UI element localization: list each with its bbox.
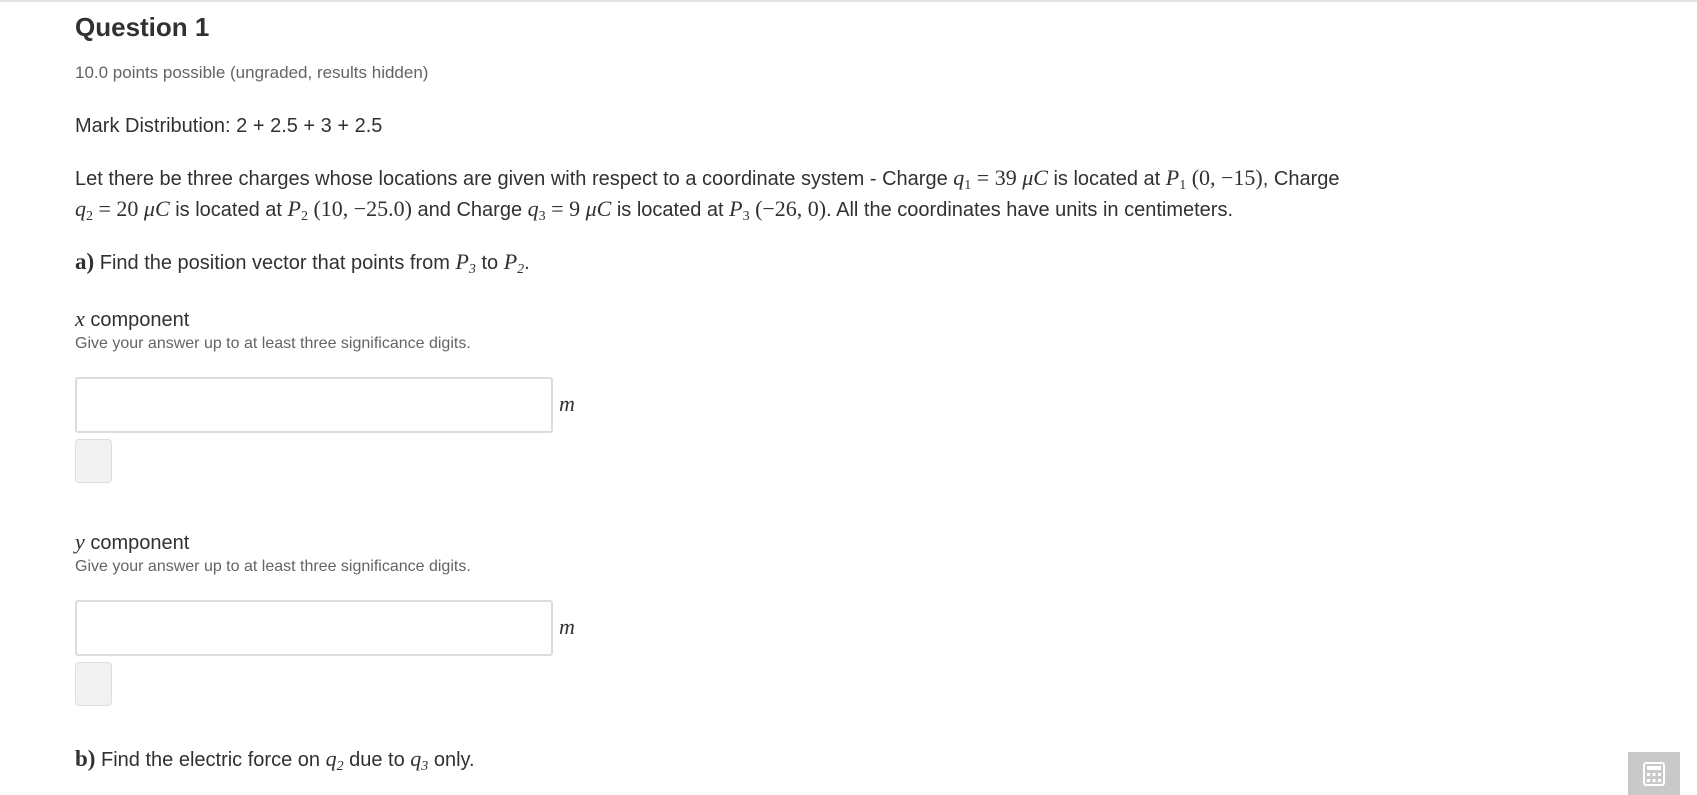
mark-distribution: Mark Distribution: 2 + 2.5 + 3 + 2.5 xyxy=(75,115,383,137)
y-input-row: m xyxy=(75,600,1395,658)
y-unit-label: m xyxy=(559,614,575,639)
calculator-icon xyxy=(1643,761,1665,786)
points-info: 10.0 points possible (ungraded, results … xyxy=(75,63,429,82)
part-b-prompt: b) Find the electric force on q2 due to … xyxy=(75,746,475,774)
problem-statement: Let there be three charges whose locatio… xyxy=(75,165,1340,224)
y-answer-status-indicator xyxy=(75,662,112,706)
x-input-row: m xyxy=(75,377,1395,435)
y-component-input[interactable] xyxy=(75,600,553,656)
y-component-section: y component Give your answer up to at le… xyxy=(75,529,1395,706)
x-unit-label: m xyxy=(559,391,575,416)
y-component-label: y component xyxy=(75,529,190,554)
part-a-prompt: a) Find the position vector that points … xyxy=(75,249,530,277)
problem-container: Question 1 10.0 points possible (ungrade… xyxy=(75,10,1395,775)
x-component-label: x component xyxy=(75,306,190,331)
y-component-hint: Give your answer up to at least three si… xyxy=(75,558,471,575)
x-answer-status-indicator xyxy=(75,439,112,483)
x-component-section: x component Give your answer up to at le… xyxy=(75,306,1395,483)
question-title: Question 1 xyxy=(75,12,210,42)
x-component-hint: Give your answer up to at least three si… xyxy=(75,335,471,352)
x-component-input[interactable] xyxy=(75,377,553,433)
top-divider xyxy=(0,0,1697,2)
calculator-button[interactable] xyxy=(1628,752,1680,795)
